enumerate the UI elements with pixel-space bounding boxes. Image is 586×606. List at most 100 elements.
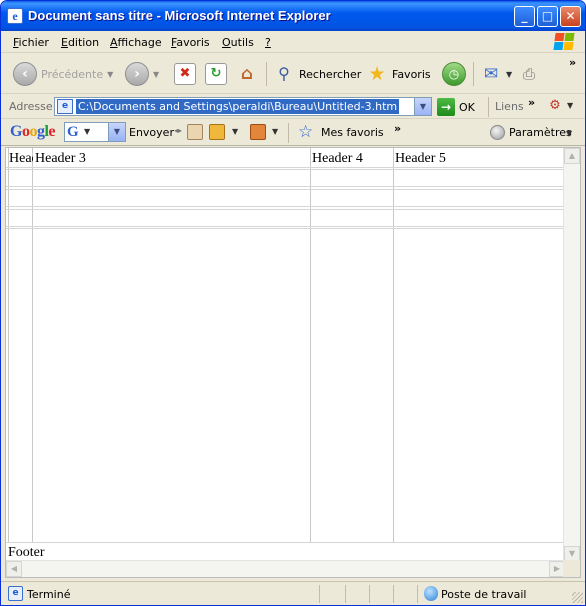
forward-arrow-icon: ›	[125, 62, 149, 86]
go-arrow-icon: →	[437, 98, 455, 116]
search-icon: ⚲	[278, 64, 290, 83]
google-favorites-button[interactable]: Mes favoris	[321, 126, 384, 139]
forward-dropdown-icon[interactable]: ▼	[153, 70, 159, 79]
links-button[interactable]: Liens	[495, 100, 524, 113]
google-search-input[interactable]: G ▼ ▼	[64, 122, 126, 142]
back-dropdown-icon[interactable]: ▼	[107, 70, 113, 79]
page-done-icon: e	[8, 586, 23, 601]
minimize-button[interactable]: _	[514, 6, 535, 27]
google-popup-dropdown-icon[interactable]: ▼	[272, 127, 278, 136]
table-row-divider	[6, 167, 565, 168]
status-bar: e Terminé Poste de travail	[1, 581, 585, 605]
maximize-button[interactable]: □	[537, 6, 558, 27]
refresh-icon: ↻	[205, 63, 227, 85]
scrollbar-corner	[563, 560, 580, 577]
home-icon: ⌂	[240, 64, 254, 84]
windows-logo-icon	[553, 32, 575, 52]
google-logo[interactable]: Google	[10, 123, 55, 141]
status-separator	[345, 585, 346, 603]
toolbar-overflow-chevron-icon[interactable]: »	[569, 56, 576, 69]
table-row-divider	[6, 206, 565, 207]
scroll-up-icon[interactable]: ▲	[564, 148, 580, 164]
google-g-icon: G	[67, 124, 79, 140]
security-zone-text: Poste de travail	[441, 588, 527, 601]
google-search-dropdown-icon[interactable]: ▼	[108, 123, 125, 141]
header-3: Header 3	[35, 151, 86, 166]
mail-dropdown-icon[interactable]: ▼	[506, 70, 512, 79]
back-arrow-icon: ‹	[13, 62, 37, 86]
table-row-divider	[6, 186, 565, 187]
menu-affichage[interactable]: Affichage	[110, 36, 162, 49]
refresh-button[interactable]: ↻	[205, 60, 227, 88]
close-button[interactable]: ✕	[560, 6, 581, 27]
column-5	[394, 148, 565, 543]
google-news-icon[interactable]	[187, 124, 203, 140]
google-overflow-chevron-icon[interactable]: »	[394, 122, 401, 135]
google-send-button[interactable]: Envoyer	[129, 126, 174, 139]
forward-button[interactable]: › ▼	[125, 60, 159, 88]
menu-bar: Fichier Edition Affichage Favoris Outils…	[1, 31, 585, 53]
toolbar-separator	[473, 62, 474, 86]
address-separator	[488, 97, 489, 117]
stop-icon: ✖	[174, 63, 196, 85]
resize-grip-icon[interactable]	[572, 592, 583, 603]
window-title: Document sans titre - Microsoft Internet…	[28, 8, 331, 23]
address-label: Adresse	[9, 100, 53, 113]
favorites-button[interactable]: ★ Favoris	[366, 60, 430, 88]
print-button[interactable]: ⎙	[518, 60, 540, 88]
google-pagerank-dropdown-icon[interactable]: ▼	[232, 127, 238, 136]
google-search-caret-icon: ▼	[84, 127, 91, 136]
standard-toolbar: ‹ Précédente ▼ › ▼ ✖ ↻ ⌂ ⚲ Rechercher ★ …	[1, 54, 585, 94]
address-value: C:\Documents and Settings\peraldi\Bureau…	[76, 99, 400, 114]
google-settings-dropdown-icon[interactable]: ▼	[566, 129, 572, 138]
footer-text: Footer	[8, 545, 45, 560]
history-button[interactable]: ◷	[442, 60, 466, 88]
browser-window: e Document sans titre - Microsoft Intern…	[0, 0, 586, 606]
table-row-divider	[6, 189, 565, 190]
go-button[interactable]: → OK	[437, 98, 475, 116]
back-button[interactable]: ‹ Précédente ▼	[13, 60, 113, 88]
horizontal-scrollbar[interactable]: ◀ ▶	[6, 560, 565, 577]
stop-button[interactable]: ✖	[174, 60, 196, 88]
column-4	[311, 148, 394, 543]
mail-button[interactable]: ✉ ▼	[480, 60, 512, 88]
google-settings-button[interactable]: Paramètres	[509, 126, 572, 139]
menu-outils[interactable]: Outils	[222, 36, 254, 49]
links-chevron-icon[interactable]: »	[528, 96, 535, 109]
search-button[interactable]: ⚲ Rechercher	[273, 60, 361, 88]
google-arrows-icon: ◂▸	[174, 126, 183, 135]
google-popup-blocker-icon[interactable]	[250, 124, 266, 140]
address-input[interactable]: e C:\Documents and Settings\peraldi\Bure…	[54, 97, 432, 116]
header-1: Header 1	[9, 151, 33, 166]
table-row-divider	[6, 209, 565, 210]
computer-zone-icon	[424, 586, 438, 601]
google-separator	[288, 123, 289, 143]
status-separator	[417, 585, 418, 603]
status-text: Terminé	[27, 588, 71, 601]
tools-dropdown-icon[interactable]: ▼	[567, 101, 573, 110]
scroll-left-icon[interactable]: ◀	[6, 561, 22, 577]
header-4: Header 4	[312, 151, 363, 166]
table-row-divider	[6, 226, 565, 227]
toolbar-separator	[266, 62, 267, 86]
vertical-scrollbar[interactable]: ▲ ▼	[563, 148, 580, 562]
google-pagerank-icon[interactable]	[209, 124, 225, 140]
menu-fichier[interactable]: Fichier	[13, 36, 49, 49]
home-button[interactable]: ⌂	[236, 60, 258, 88]
address-dropdown-icon[interactable]: ▼	[414, 98, 431, 115]
column-3	[33, 148, 311, 543]
status-separator	[319, 585, 320, 603]
history-icon: ◷	[442, 62, 466, 86]
mail-icon: ✉	[483, 64, 499, 84]
menu-help[interactable]: ?	[265, 36, 271, 49]
document: Header 1 Header 3 Header 4 Header 5 Foot…	[6, 148, 565, 562]
header-5: Header 5	[395, 151, 446, 166]
title-bar[interactable]: e Document sans titre - Microsoft Intern…	[1, 1, 585, 31]
star-outline-icon: ☆	[298, 122, 314, 142]
menu-edition[interactable]: Edition	[61, 36, 99, 49]
menu-favoris[interactable]: Favoris	[171, 36, 210, 49]
tools-icon[interactable]: ⚙	[547, 98, 563, 114]
address-bar: Adresse e C:\Documents and Settings\pera…	[1, 95, 585, 119]
page-content[interactable]: Header 1 Header 3 Header 4 Header 5 Foot…	[5, 147, 581, 578]
google-toolbar: Google G ▼ ▼ Envoyer ◂▸ ▼ ▼ ☆ Mes favori…	[1, 120, 585, 146]
